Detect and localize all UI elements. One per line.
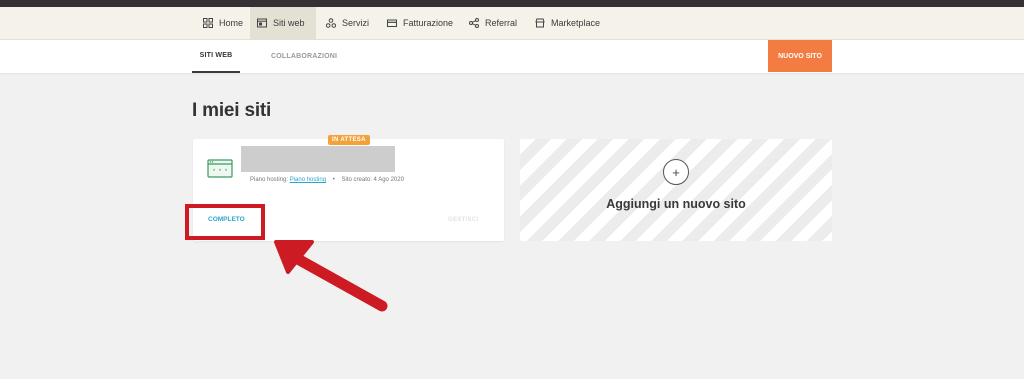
share-icon — [469, 18, 479, 28]
nav-item-siti-web[interactable]: Siti web — [250, 7, 316, 39]
tab-siti-web[interactable]: SITI WEB — [192, 40, 240, 73]
plan-prefix: Piano hosting: — [250, 177, 289, 183]
nav-item-fatturazione[interactable]: Fatturazione — [380, 7, 460, 39]
card-icon — [387, 19, 397, 27]
separator-dot: • — [332, 177, 335, 183]
store-icon — [535, 18, 545, 28]
nav-item-label: Siti web — [273, 18, 305, 28]
annotation-arrow-icon — [274, 240, 388, 312]
add-site-card[interactable]: + Aggiungi un nuovo sito — [520, 139, 832, 241]
page-title: I miei siti — [192, 100, 272, 121]
nav-item-servizi[interactable]: Servizi — [319, 7, 376, 39]
nav-item-label: Home — [219, 18, 244, 28]
svg-text:* * *: * * * — [212, 169, 227, 175]
nav-item-label: Servizi — [342, 18, 370, 28]
tab-label: COLLABORAZIONI — [271, 53, 338, 60]
status-badge: IN ATTESA — [328, 135, 370, 145]
annotation-highlight-box — [185, 204, 265, 240]
nav-item-label: Referral — [485, 18, 518, 28]
tab-label: SITI WEB — [199, 52, 233, 59]
new-site-button[interactable]: NUOVO SITO — [768, 40, 832, 72]
sub-nav: SITI WEB COLLABORAZIONI — [0, 40, 1024, 73]
site-name-redacted — [241, 146, 395, 172]
grid-icon — [203, 18, 213, 28]
tab-collaborazioni[interactable]: COLLABORAZIONI — [267, 40, 341, 73]
add-site-label: Aggiungi un nuovo sito — [606, 197, 746, 211]
services-icon — [326, 18, 336, 28]
nav-item-label: Fatturazione — [403, 18, 454, 28]
main-nav: Home Siti web Servizi Fatturazione Refer… — [0, 7, 1024, 40]
top-bar — [0, 0, 1024, 7]
manage-button[interactable]: GESTISCI — [448, 217, 478, 223]
plus-icon: + — [663, 159, 689, 185]
site-meta: Piano hosting: Piano hosting • Sito crea… — [250, 177, 404, 183]
browser-icon — [257, 18, 267, 28]
website-icon: * * * — [207, 159, 233, 178]
nav-item-label: Marketplace — [551, 18, 601, 28]
nav-item-marketplace[interactable]: Marketplace — [528, 7, 607, 39]
plan-link[interactable]: Piano hosting — [290, 177, 326, 183]
nav-item-referral[interactable]: Referral — [462, 7, 524, 39]
created-date: Sito creato: 4 Ago 2020 — [341, 177, 404, 183]
nav-item-home[interactable]: Home — [196, 7, 250, 39]
